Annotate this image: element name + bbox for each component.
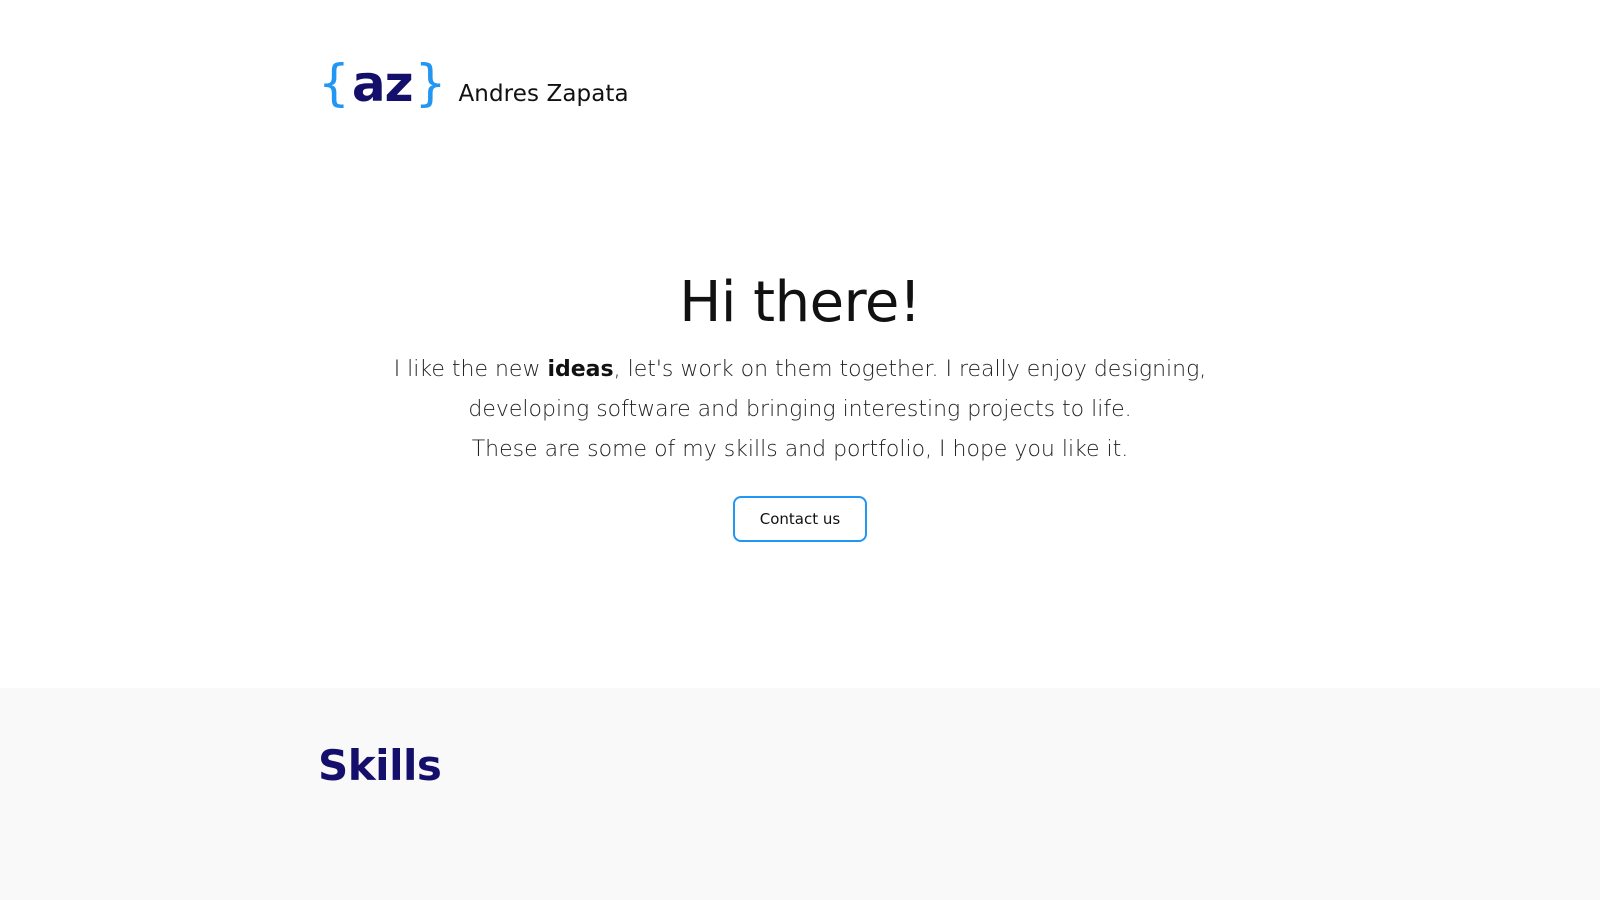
hero-section: Hi there! I like the new ideas, let's wo… — [0, 268, 1600, 542]
logo-brace-close: } — [414, 54, 447, 112]
brand-name: Andres Zapata — [458, 81, 629, 107]
logo-link[interactable]: { az } — [318, 56, 446, 116]
hero-text-emphasis: ideas — [547, 357, 614, 382]
logo-letters: az — [351, 55, 414, 113]
logo-brace-open: { — [318, 54, 350, 112]
hero-title: Hi there! — [679, 270, 921, 335]
skills-section: Skills — [0, 688, 1600, 900]
hero-intro-text: I like the new ideas, let's work on them… — [390, 350, 1210, 470]
site-header: { az } Andres Zapata — [318, 56, 629, 116]
skills-title: Skills — [318, 741, 442, 790]
hero-text-line2: developing software and bringing interes… — [468, 397, 1132, 422]
contact-us-button[interactable]: Contact us — [733, 496, 867, 542]
page: { az } Andres Zapata Hi there! I like th… — [0, 0, 1600, 900]
hero-text-line3: These are some of my skills and portfoli… — [471, 437, 1129, 462]
hero-text-line1-start: I like the new — [393, 357, 548, 382]
hero-text-line1-end: , let's work on them together. I really … — [613, 357, 1207, 382]
